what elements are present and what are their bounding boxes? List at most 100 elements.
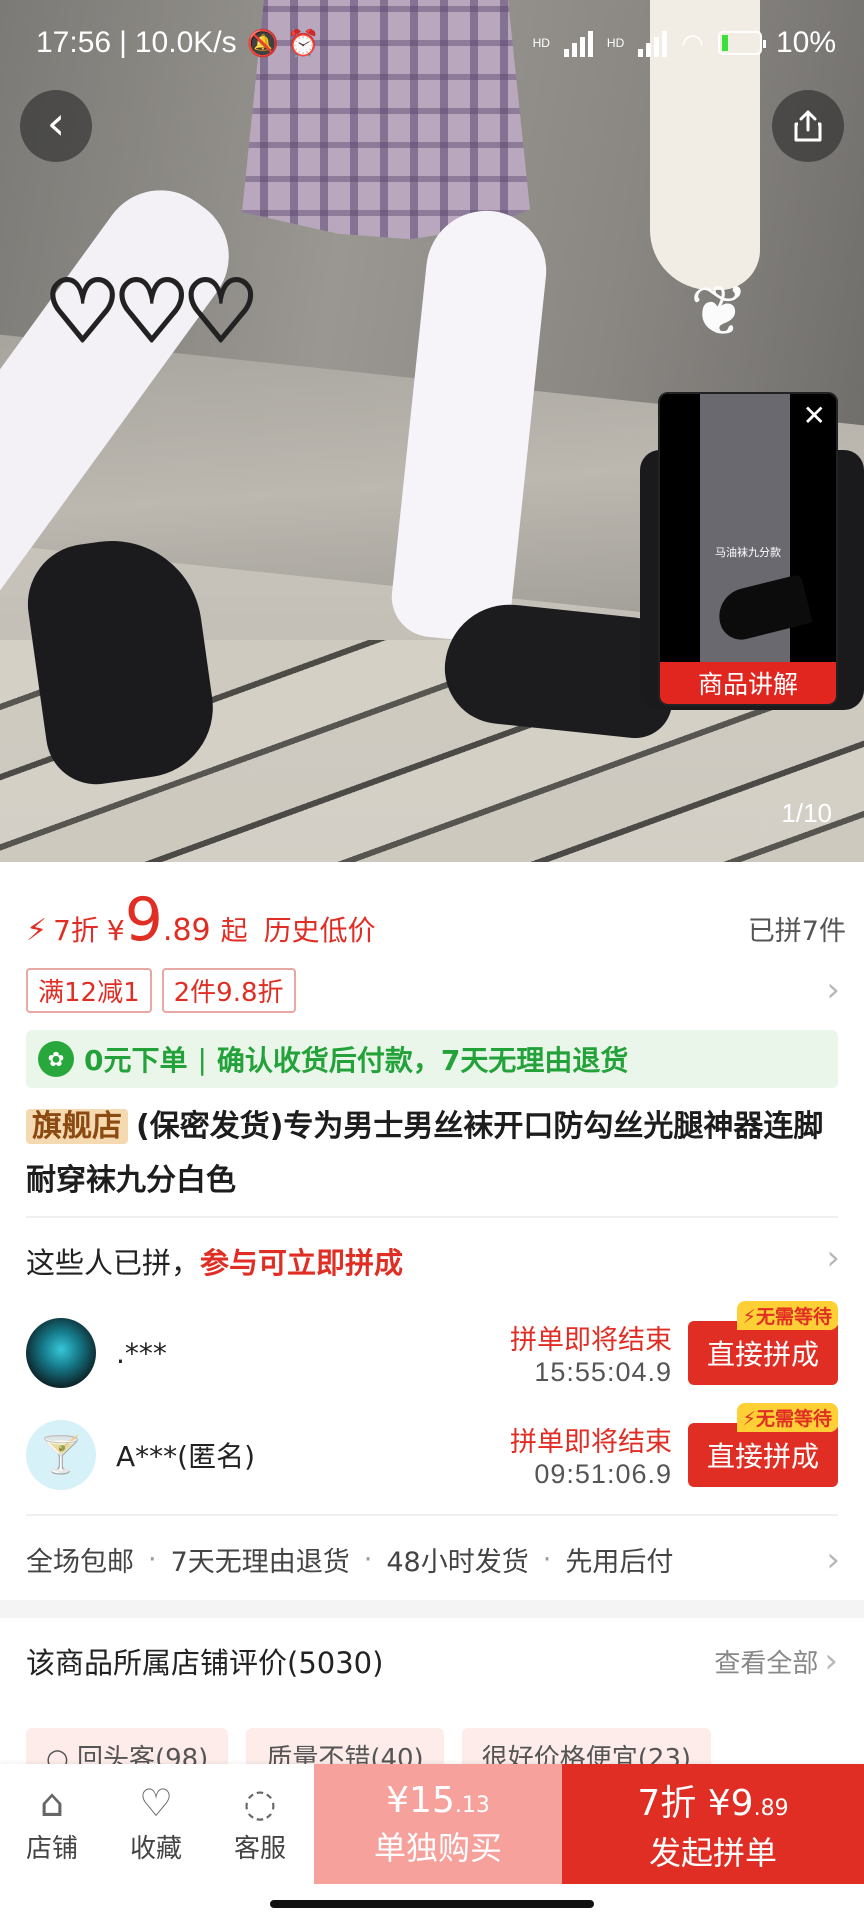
product-title-text: (保密发货)专为男士男丝袜开口防勾丝光腿神器连脚耐穿袜九分白色 <box>26 1109 824 1198</box>
promo-tag[interactable]: 满12减1 <box>26 968 152 1013</box>
group-countdown: 拼单即将结束 09:51:06.9 <box>510 1420 672 1490</box>
join-group-button[interactable]: ⚡无需等待 直接拼成 <box>688 1403 838 1487</box>
reviews-header[interactable]: 该商品所属店铺评价(5030) 查看全部 › <box>26 1640 838 1682</box>
share-icon <box>794 110 822 142</box>
buy-alone-button[interactable]: ¥15.13 单独购买 <box>314 1764 562 1884</box>
section-gap <box>0 1600 864 1618</box>
wifi-icon: ◠ <box>681 27 704 58</box>
price-suffix: 起 <box>220 916 248 947</box>
group-ending-label: 拼单即将结束 <box>510 1427 672 1458</box>
group-row: .*** 拼单即将结束 15:55:04.9 ⚡无需等待 直接拼成 <box>26 1301 838 1398</box>
butterfly-icon: ❦ <box>690 270 749 352</box>
no-wait-badge: ⚡无需等待 <box>736 1403 838 1432</box>
store-icon: ⌂ <box>39 1780 65 1825</box>
buy-alone-label: 单独购买 <box>373 1828 502 1867</box>
nav-store-label: 店铺 <box>25 1833 78 1864</box>
buy-group-price: 7折 ¥9.89 <box>637 1783 789 1824</box>
group-heading-prefix: 这些人已拼， <box>26 1246 201 1280</box>
promo-tags[interactable]: 满12减1 2件9.8折 <box>26 968 296 1013</box>
history-low-label: 历史低价 <box>263 914 376 947</box>
group-countdown-time: 09:51:06.9 <box>534 1459 672 1489</box>
buy-alone-price: ¥15.13 <box>386 1779 490 1821</box>
bottom-action-bar: ⌂ 店铺 ♡ 收藏 ◌ 客服 ¥15.13 单独购买 7折 ¥9.89 发起拼单 <box>0 1764 864 1884</box>
currency-symbol: ¥ <box>106 914 125 947</box>
battery-icon <box>717 31 766 55</box>
view-all-link[interactable]: 查看全部 <box>714 1643 818 1680</box>
hearts-doodle-icon: ♡♡♡ <box>42 261 260 364</box>
promo-tag[interactable]: 2件9.8折 <box>161 968 296 1013</box>
assurance-left: 0元下单 <box>84 1044 188 1077</box>
alarm-icon: ⏰ <box>286 27 320 58</box>
service-dot: · <box>148 1544 157 1575</box>
group-row: 🍸 A***(匿名) 拼单即将结束 09:51:06.9 ⚡无需等待 直接拼成 <box>26 1403 838 1500</box>
status-bar: 17:56 | 10.0K/s 🔕 ⏰ HD HD ◠ 10% <box>36 26 836 59</box>
nav-favorite-label: 收藏 <box>129 1833 182 1864</box>
divider <box>26 1216 838 1218</box>
discount-label: 7折 <box>53 914 99 947</box>
product-title: 旗舰店 (保密发货)专为男士男丝袜开口防勾丝光腿神器连脚耐穿袜九分白色 <box>26 1100 838 1208</box>
shield-badge-icon: ✿ <box>38 1041 74 1077</box>
group-heading[interactable]: 这些人已拼，参与可立即拼成 <box>26 1240 403 1282</box>
group-countdown: 拼单即将结束 15:55:04.9 <box>510 1318 672 1388</box>
close-icon[interactable]: ✕ <box>803 402 826 430</box>
reviews-title: 该商品所属店铺评价(5030) <box>26 1646 384 1680</box>
signal-2-icon <box>638 29 668 57</box>
network-hd-1: HD <box>532 36 550 50</box>
group-heading-red: 参与可立即拼成 <box>200 1246 404 1280</box>
assurance-right: 确认收货后付款，7天无理由退货 <box>216 1044 629 1077</box>
group-user-name: .*** <box>116 1336 167 1370</box>
nav-favorite[interactable]: ♡ 收藏 <box>104 1764 208 1884</box>
join-group-label: 直接拼成 <box>706 1440 819 1473</box>
chevron-right-icon[interactable]: › <box>826 1238 840 1278</box>
service-item: 先用后付 <box>565 1547 674 1578</box>
battery-percent: 10% <box>775 26 836 59</box>
nav-store[interactable]: ⌂ 店铺 <box>0 1764 104 1884</box>
price-integer: 9 <box>124 885 163 955</box>
heart-icon: ♡ <box>138 1780 174 1825</box>
avatar: 🍸 <box>26 1420 96 1490</box>
no-wait-badge: ⚡无需等待 <box>736 1301 838 1330</box>
network-hd-2: HD <box>606 36 625 50</box>
mute-icon: 🔕 <box>246 27 279 58</box>
start-group-button[interactable]: 7折 ¥9.89 发起拼单 <box>562 1764 864 1884</box>
group-ending-label: 拼单即将结束 <box>510 1325 672 1356</box>
status-net-speed: 10.0K/s <box>134 26 237 59</box>
assurance-separator: | <box>197 1042 207 1076</box>
back-button[interactable]: ‹ <box>20 90 92 162</box>
join-group-button[interactable]: ⚡无需等待 直接拼成 <box>688 1301 838 1385</box>
chevron-right-icon[interactable]: › <box>826 970 840 1010</box>
chevron-right-icon[interactable]: › <box>824 1641 838 1681</box>
price-row: ⚡ 7折 ¥ 9 .89 起 历史低价 已拼7件 <box>26 890 846 950</box>
store-tag: 旗舰店 <box>26 1109 128 1144</box>
price-decimal: .89 <box>162 913 211 948</box>
home-indicator[interactable] <box>270 1900 594 1908</box>
join-group-label: 直接拼成 <box>706 1338 819 1371</box>
lightning-icon: ⚡ <box>26 913 48 948</box>
service-dot: · <box>363 1544 373 1575</box>
buy-group-label: 发起拼单 <box>648 1834 777 1872</box>
share-button[interactable] <box>772 90 844 162</box>
divider <box>26 1514 838 1516</box>
group-countdown-time: 15:55:04.9 <box>534 1357 672 1387</box>
trophy-icon: 🍸 <box>38 1435 84 1476</box>
nav-service[interactable]: ◌ 客服 <box>208 1764 312 1884</box>
video-caption: 马油袜九分款 <box>715 546 781 559</box>
chevron-right-icon[interactable]: › <box>826 1540 840 1580</box>
video-label[interactable]: 商品讲解 <box>660 662 836 704</box>
assurance-bar[interactable]: ✿ 0元下单 | 确认收货后付款，7天无理由退货 <box>26 1030 838 1088</box>
status-time: 17:56 <box>36 26 112 59</box>
service-item: 7天无理由退货 <box>170 1547 350 1578</box>
service-item: 全场包邮 <box>26 1547 134 1578</box>
chevron-left-icon: ‹ <box>46 96 66 150</box>
product-explainer-video[interactable]: 马油袜九分款 ✕ 商品讲解 <box>658 392 838 706</box>
sold-count: 已拼7件 <box>747 916 846 947</box>
group-user-name: A***(匿名) <box>116 1440 256 1473</box>
avatar <box>26 1318 96 1388</box>
service-row[interactable]: 全场包邮 · 7天无理由退货 · 48小时发货 · 先用后付 <box>26 1540 838 1579</box>
image-counter: 1/10 <box>781 798 832 828</box>
service-dot: · <box>542 1544 552 1575</box>
photo-shoe-left <box>20 529 222 791</box>
service-item: 48小时发货 <box>386 1547 529 1578</box>
chat-icon: ◌ <box>243 1780 277 1825</box>
nav-service-label: 客服 <box>233 1833 286 1864</box>
